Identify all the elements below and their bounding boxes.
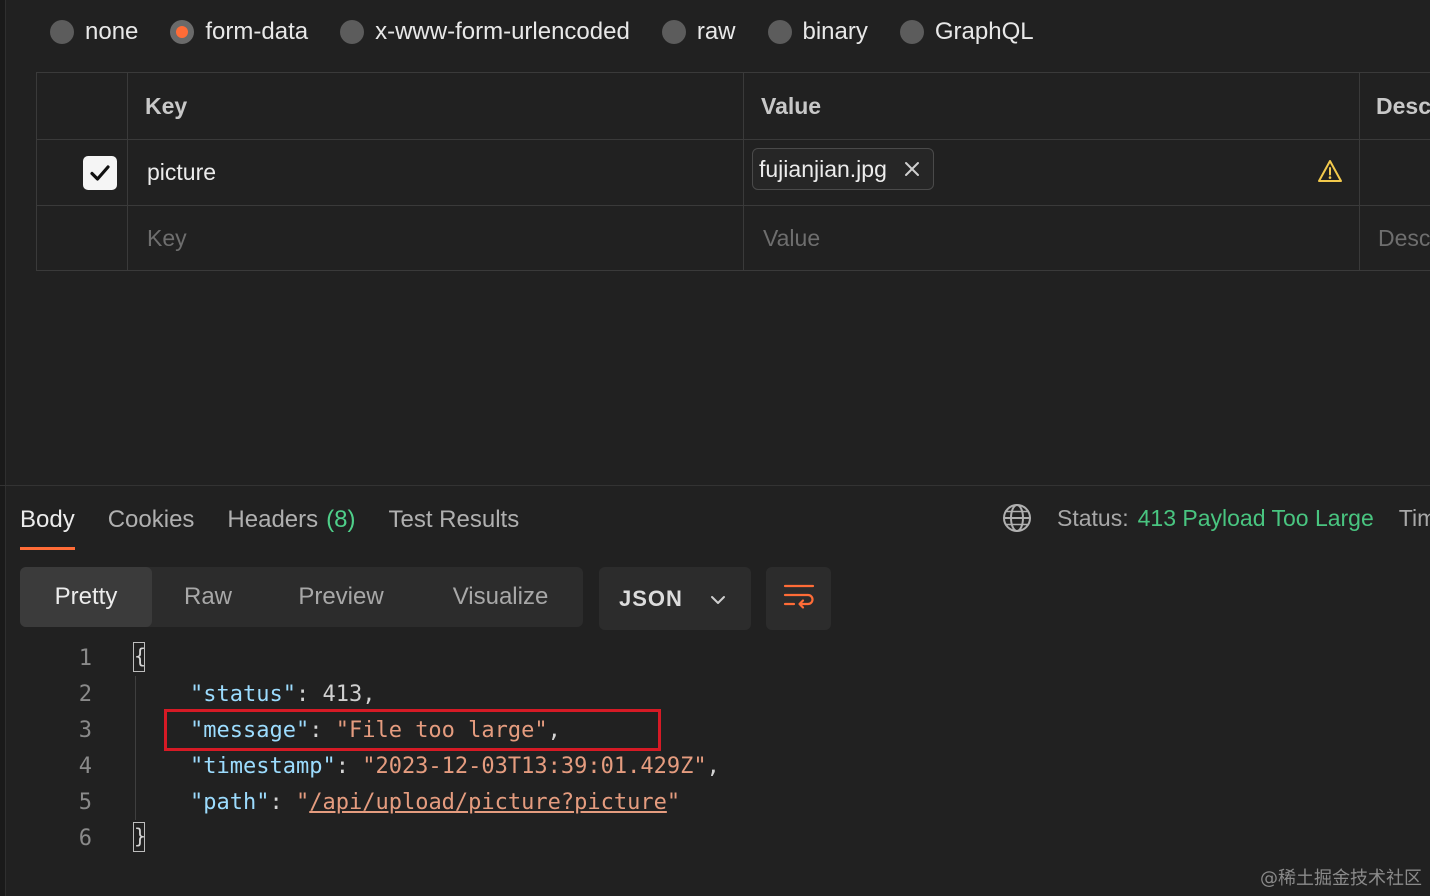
response-tabs: Body Cookies Headers (8) Test Results [20,500,552,550]
left-edge [0,0,6,896]
tab-label: Headers [227,506,319,533]
radio-raw[interactable]: raw [661,18,736,46]
request-response-divider[interactable] [0,485,1430,486]
watermark: @稀土掘金技术社区 [1260,868,1422,889]
line-number: 2 [78,681,92,707]
json-string: "2023-12-03T13:39:01.429Z" [362,753,707,779]
view-visualize[interactable]: Visualize [418,567,583,627]
tab-label: Cookies [107,506,195,533]
line-number: 4 [78,753,92,779]
radio-label: binary [802,18,868,45]
globe-icon[interactable] [1002,503,1032,533]
format-value: JSON [619,585,683,611]
form-data-table: Key Value Desc picture fujianjian.jpg Ke… [36,72,1430,271]
radio-x-www-form-urlencoded[interactable]: x-www-form-urlencoded [340,18,630,46]
view-preview[interactable]: Preview [264,567,418,627]
view-raw[interactable]: Raw [152,567,264,627]
radio-binary[interactable]: binary [767,18,868,46]
json-key: "timestamp" [190,753,336,779]
new-key-input[interactable]: Key [147,206,187,270]
file-name: fujianjian.jpg [759,155,887,182]
json-link[interactable]: /api/upload/picture?picture [309,790,667,815]
json-key: "status" [190,681,296,707]
tab-test-results[interactable]: Test Results [388,500,519,540]
tab-label: Body [20,506,75,533]
radio-dot-icon [661,20,686,44]
radio-label: form-data [205,18,309,45]
tab-cookies[interactable]: Cookies [108,500,195,540]
checkbox-checked-icon [83,155,117,190]
row-enable-checkbox[interactable] [83,140,117,205]
tab-label: Test Results [388,506,520,533]
line-number: 1 [78,645,92,671]
radio-dot-icon [340,20,365,44]
warning-icon[interactable] [1317,158,1343,189]
radio-none[interactable]: none [50,18,138,46]
format-select[interactable]: JSON [599,567,751,630]
body-type-radio-group: none form-data x-www-form-urlencoded raw… [50,14,1066,50]
line-number: 5 [78,789,92,815]
view-mode-segmented-control: Pretty Raw Preview Visualize [20,567,583,627]
radio-form-data[interactable]: form-data [170,18,308,46]
view-pretty[interactable]: Pretty [20,567,152,627]
chevron-down-icon [709,589,727,615]
wrap-lines-icon [783,581,815,616]
close-brace: } [133,822,145,852]
tab-body[interactable]: Body [20,500,75,550]
wrap-lines-button[interactable] [766,567,831,630]
status-value[interactable]: 413 Payload Too Large [1138,505,1374,532]
row-key-input[interactable]: picture [147,140,216,205]
tab-headers[interactable]: Headers (8) [227,500,355,540]
header-value: Value [761,92,822,119]
radio-label: none [85,18,139,45]
json-key: "path" [190,789,270,815]
header-key: Key [145,92,188,119]
radio-label: x-www-form-urlencoded [375,18,630,45]
radio-dot-icon [50,20,74,44]
radio-dot-icon [899,20,924,44]
highlight-annotation-box [164,709,661,751]
radio-dot-icon [767,20,792,44]
new-value-input[interactable]: Value [763,206,820,270]
status-label: Status: [1057,504,1129,531]
indent-guide [135,676,136,820]
open-brace: { [133,642,145,672]
header-description: Desc [1376,92,1430,119]
radio-dot-selected-icon [170,20,195,44]
radio-label: GraphQL [934,18,1034,45]
new-description-input[interactable]: Desc [1378,206,1430,270]
remove-file-icon[interactable] [903,160,921,178]
json-number: 413 [322,681,363,707]
table-row: picture fujianjian.jpg [37,140,1430,206]
table-row-placeholder: Key Value Desc [37,206,1430,270]
line-number: 6 [78,825,92,851]
file-chip[interactable]: fujianjian.jpg [752,148,934,190]
time-label: Tim [1398,504,1430,531]
line-number: 3 [78,717,92,743]
headers-count: (8) [326,506,356,533]
radio-graphql[interactable]: GraphQL [899,18,1034,46]
radio-label: raw [696,18,736,45]
response-status: Status: 413 Payload Too Large Tim [1002,503,1430,533]
table-header-row: Key Value Desc [37,73,1430,140]
